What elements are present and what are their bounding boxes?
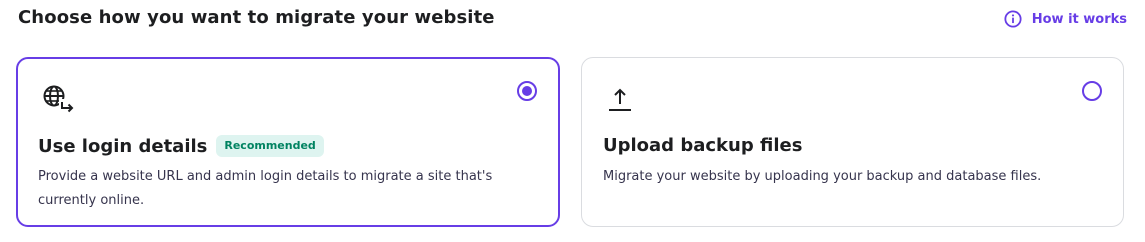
how-it-works-link[interactable]: How it works <box>1004 7 1127 31</box>
option-card-upload-backup[interactable]: Upload backup files Migrate your website… <box>581 57 1124 227</box>
card-description: Migrate your website by uploading your b… <box>603 169 1042 184</box>
option-card-login-details[interactable]: Use login details Recommended Provide a … <box>16 57 560 227</box>
card-description: Provide a website URL and admin login de… <box>38 169 493 208</box>
upload-icon <box>605 83 641 117</box>
page-title: Choose how you want to migrate your webs… <box>18 7 495 28</box>
radio-selected-dot <box>522 86 532 96</box>
card-heading: Upload backup files <box>603 135 802 156</box>
recommended-badge: Recommended <box>216 135 324 157</box>
page-header: Choose how you want to migrate your webs… <box>0 0 1145 40</box>
card-title: Use login details <box>38 135 208 157</box>
radio-upload-backup[interactable] <box>1082 81 1102 101</box>
card-title: Upload backup files <box>603 135 803 156</box>
radio-login-details[interactable] <box>517 81 537 101</box>
card-heading: Use login details Recommended <box>38 135 324 157</box>
how-it-works-label: How it works <box>1031 11 1127 27</box>
globe-arrow-icon <box>40 83 76 117</box>
info-circle-icon <box>1004 10 1022 28</box>
